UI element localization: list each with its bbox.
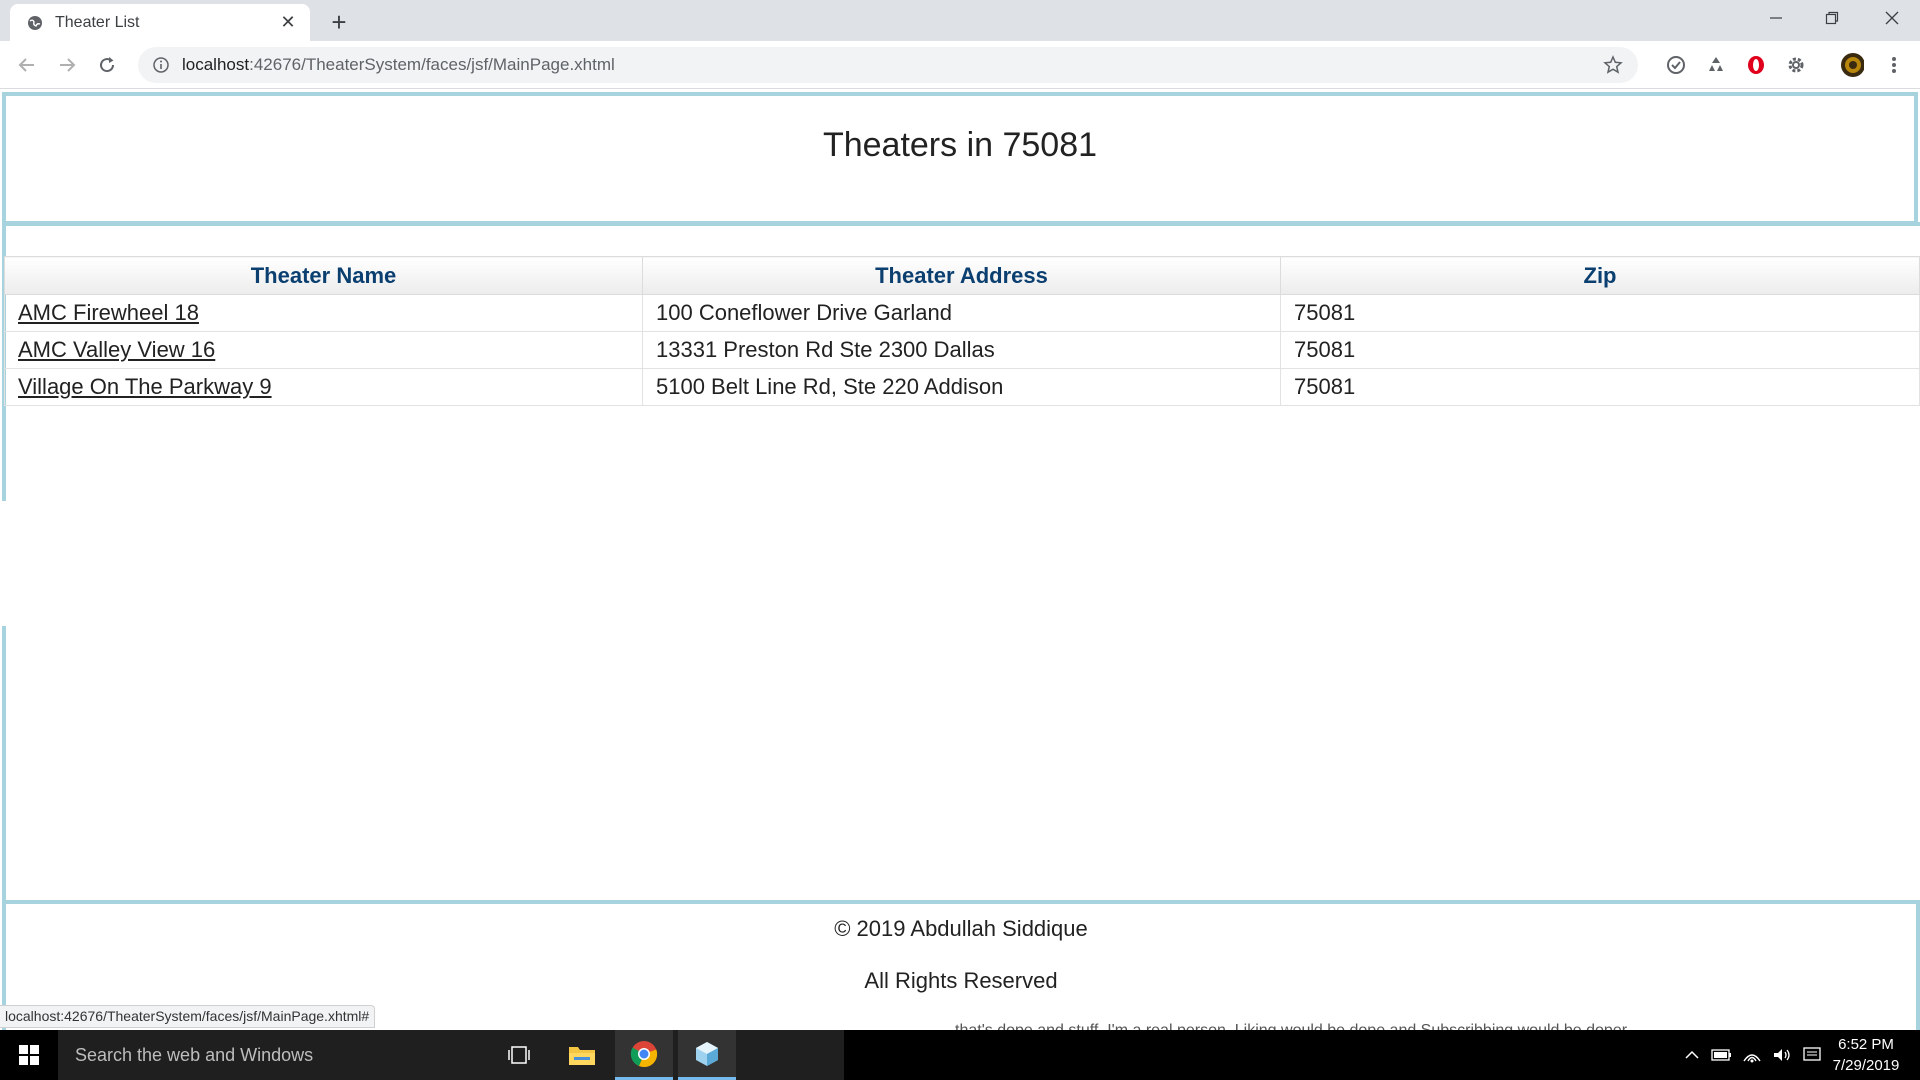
theater-address-cell: 100 Coneflower Drive Garland [642, 294, 1281, 332]
link-status-bubble: localhost:42676/TheaterSystem/faces/jsf/… [0, 1005, 376, 1028]
chevron-up-icon[interactable] [1680, 1043, 1704, 1067]
column-header-address[interactable]: Theater Address [642, 256, 1281, 295]
windows-taskbar: Search the web and Windows 6:52 PM 7/29/… [0, 1030, 1920, 1080]
theater-link[interactable]: Village On The Parkway 9 [18, 374, 272, 399]
panel-border-gap [0, 501, 6, 626]
bookmark-star-icon[interactable] [1602, 54, 1624, 76]
recycle-extension-icon[interactable] [1704, 53, 1728, 77]
volume-icon[interactable] [1770, 1043, 1794, 1067]
theater-name-cell: AMC Firewheel 18 [4, 294, 643, 332]
info-icon[interactable] [152, 56, 170, 74]
taskbar-clock[interactable]: 6:52 PM 7/29/2019 [1820, 1034, 1912, 1076]
chrome-taskbar-icon[interactable] [615, 1030, 673, 1080]
menu-kebab-icon[interactable] [1882, 53, 1906, 77]
browser-tab-strip: Theater List ✕ + [0, 0, 1920, 41]
file-explorer-icon[interactable] [553, 1030, 611, 1080]
theater-link[interactable]: AMC Firewheel 18 [18, 300, 199, 325]
table-row: AMC Firewheel 18 100 Coneflower Drive Ga… [4, 294, 1920, 332]
new-tab-button[interactable]: + [325, 7, 353, 37]
close-window-icon[interactable] [1864, 0, 1920, 36]
back-arrow-icon[interactable] [13, 51, 41, 79]
table-row: AMC Valley View 16 13331 Preston Rd Ste … [4, 331, 1920, 369]
globe-icon [25, 13, 45, 33]
opera-extension-icon[interactable] [1744, 53, 1768, 77]
clock-date: 7/29/2019 [1832, 1057, 1900, 1074]
browser-toolbar: localhost:42676/TheaterSystem/faces/jsf/… [0, 41, 1920, 89]
wifi-icon[interactable] [1740, 1043, 1764, 1067]
theater-address-cell: 13331 Preston Rd Ste 2300 Dallas [642, 331, 1281, 369]
settings-gear-icon[interactable] [1784, 53, 1808, 77]
table-row: Village On The Parkway 9 5100 Belt Line … [4, 368, 1920, 406]
netbeans-taskbar-icon[interactable] [678, 1030, 736, 1080]
url-path: :42676/TheaterSystem/faces/jsf/MainPage.… [249, 55, 615, 74]
minimize-icon[interactable] [1748, 0, 1804, 36]
theater-zip-cell: 75081 [1280, 368, 1920, 406]
battery-icon[interactable] [1710, 1043, 1734, 1067]
theater-zip-cell: 75081 [1280, 331, 1920, 369]
sync-extension-icon[interactable] [1664, 53, 1688, 77]
forward-arrow-icon[interactable] [53, 51, 81, 79]
windows-start-icon[interactable] [0, 1030, 58, 1080]
restore-icon[interactable] [1804, 0, 1860, 36]
profile-avatar[interactable] [1840, 53, 1864, 77]
browser-tab[interactable]: Theater List ✕ [10, 4, 310, 41]
table-header-row: Theater Name Theater Address Zip [4, 256, 1920, 295]
theater-name-cell: Village On The Parkway 9 [4, 368, 643, 406]
search-placeholder: Search the web and Windows [75, 1044, 314, 1065]
close-tab-icon[interactable]: ✕ [276, 11, 300, 35]
page-title: Theaters in 75081 [822, 126, 1098, 164]
theater-name-cell: AMC Valley View 16 [4, 331, 643, 369]
task-view-icon[interactable] [490, 1030, 548, 1080]
tab-title: Theater List [55, 13, 140, 31]
clock-time: 6:52 PM [1838, 1036, 1894, 1053]
theater-zip-cell: 75081 [1280, 294, 1920, 332]
column-header-zip[interactable]: Zip [1280, 256, 1920, 295]
theaters-table: Theater Name Theater Address Zip AMC Fir… [4, 256, 1920, 406]
address-bar[interactable]: localhost:42676/TheaterSystem/faces/jsf/… [138, 47, 1638, 83]
copyright-text: © 2019 Abdullah Siddique [834, 916, 1088, 941]
url-text: localhost:42676/TheaterSystem/faces/jsf/… [182, 55, 615, 75]
reload-icon[interactable] [93, 51, 121, 79]
column-header-name[interactable]: Theater Name [4, 256, 643, 295]
page-viewport: Theaters in 75081 Theater Name Theater A… [0, 89, 1920, 1030]
url-host: localhost [182, 55, 250, 74]
page-header: Theaters in 75081 [2, 92, 1918, 225]
theater-address-cell: 5100 Belt Line Rd, Ste 220 Addison [642, 368, 1281, 406]
rights-text: All Rights Reserved [864, 968, 1058, 993]
theater-link[interactable]: AMC Valley View 16 [18, 337, 215, 362]
